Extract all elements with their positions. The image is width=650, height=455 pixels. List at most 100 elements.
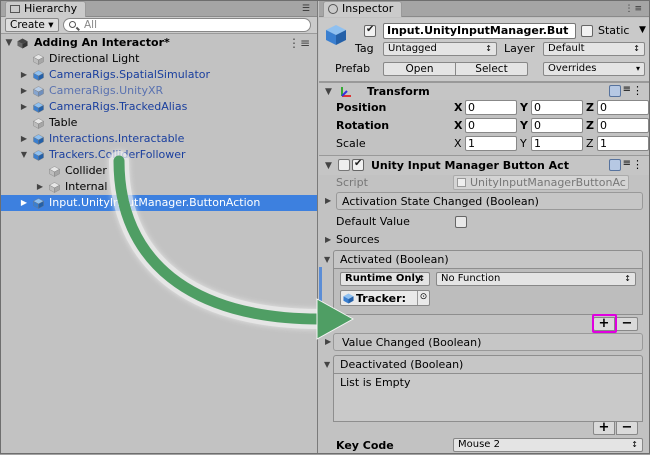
preset-icon[interactable]: ≡ [623, 158, 631, 169]
object-reference-field[interactable]: Tracker: ⊙ [340, 290, 430, 306]
runtime-dropdown[interactable]: Runtime Only ↕ [340, 272, 430, 286]
expand-arrow-icon[interactable]: ▶ [19, 195, 29, 211]
hierarchy-item[interactable]: Directional Light [1, 51, 317, 67]
static-label: Static [598, 24, 630, 37]
hierarchy-item[interactable]: Collider [1, 163, 317, 179]
component-menu-icon[interactable]: ⋮ [632, 84, 643, 97]
tag-dropdown[interactable]: Untagged ↕ [383, 42, 497, 56]
activated-event-header: Activated (Boolean) [333, 250, 643, 269]
gameobject-cube-icon [49, 166, 60, 177]
scale-y-field[interactable]: 1 [531, 136, 583, 151]
fold-arrow-icon[interactable]: ▼ [324, 255, 330, 264]
component-enabled-checkbox[interactable] [352, 158, 364, 171]
scale-z-field[interactable]: 1 [597, 136, 649, 151]
transform-rotation-row: Rotation X 0 Y 0 Z 0 [319, 117, 649, 135]
hierarchy-item[interactable]: ▶ CameraRigs.TrackedAlias [1, 99, 317, 115]
tab-inspector[interactable]: Inspector [323, 1, 403, 17]
component-header[interactable]: ▼ Unity Input Manager Button Act ≡ ⋮ [319, 155, 649, 175]
function-dropdown[interactable]: No Function ↕ [436, 272, 636, 286]
collapse-arrow-icon[interactable]: ▼ [19, 147, 29, 163]
hierarchy-item[interactable]: ▶ Internal [1, 179, 317, 195]
rotation-y-field[interactable]: 0 [531, 118, 583, 133]
axis-x-label[interactable]: X [454, 101, 462, 114]
key-code-dropdown[interactable]: Mouse 2 ↕ [453, 438, 643, 452]
fold-arrow-icon[interactable]: ▼ [324, 360, 330, 369]
search-placeholder: All [84, 19, 98, 31]
prefab-select-button[interactable]: Select [455, 62, 528, 76]
expand-arrow-icon[interactable]: ▶ [19, 131, 29, 147]
fold-arrow-icon[interactable]: ▼ [325, 161, 332, 171]
rotation-z-field[interactable]: 0 [597, 118, 649, 133]
gameobject-cube-icon [33, 150, 44, 161]
tab-hierarchy[interactable]: Hierarchy [5, 1, 87, 17]
activation-state-changed-section[interactable]: ▶ Activation State Changed (Boolean) [325, 192, 649, 210]
axis-y-label[interactable]: Y [520, 119, 528, 132]
value-changed-section[interactable]: ▶ Value Changed (Boolean) [325, 333, 649, 351]
axis-z-label[interactable]: Z [586, 119, 594, 132]
cube-icon [343, 293, 354, 304]
hierarchy-item[interactable]: ▶ Input.UnityInputManager.ButtonAction [1, 195, 317, 211]
static-dropdown-icon[interactable]: ▼ [639, 23, 646, 37]
expand-arrow-icon[interactable]: ▼ [4, 35, 14, 51]
position-z-field[interactable]: 0 [597, 100, 649, 115]
expand-arrow-icon[interactable]: ▶ [35, 179, 45, 195]
transform-scale-row: Scale X 1 Y 1 Z 1 [319, 135, 649, 153]
object-name-field[interactable]: Input.UnityInputManager.But [383, 23, 576, 39]
expand-arrow-icon[interactable]: ▶ [19, 99, 29, 115]
inspector-menu-icon[interactable]: ⋮≡ [624, 4, 643, 14]
help-icon[interactable] [609, 85, 621, 97]
scene-row[interactable]: ▼ Adding An Interactor* ⋮≡ [1, 35, 317, 51]
rotation-x-field[interactable]: 0 [465, 118, 517, 133]
hierarchy-tabstrip: Hierarchy ☰ [1, 1, 317, 17]
axis-x-label[interactable]: X [454, 137, 462, 150]
overrides-dropdown[interactable]: Overrides ▾ [543, 62, 645, 76]
fold-arrow-icon[interactable]: ▶ [325, 333, 331, 351]
position-label: Position [336, 101, 387, 114]
scale-x-field[interactable]: 1 [465, 136, 517, 151]
hierarchy-item[interactable]: ▶ Interactions.Interactable [1, 131, 317, 147]
remove-listener-button-2[interactable]: − [616, 421, 638, 435]
fold-arrow-icon[interactable]: ▶ [325, 231, 331, 249]
prefab-label: Prefab [335, 62, 371, 75]
value-changed-label: Value Changed (Boolean) [333, 333, 643, 351]
position-y-field[interactable]: 0 [531, 100, 583, 115]
object-picker-icon[interactable]: ⊙ [417, 291, 429, 305]
axis-y-label[interactable]: Y [520, 101, 528, 114]
expand-arrow-icon[interactable]: ▶ [19, 67, 29, 83]
hierarchy-item[interactable]: ▼ Trackers.ColliderFollower [1, 147, 317, 163]
inspector-panel: Inspector ⋮≡ Input.UnityInputManager.But… [319, 1, 649, 453]
static-checkbox[interactable] [581, 25, 593, 37]
help-icon[interactable] [609, 159, 621, 171]
fold-arrow-icon[interactable]: ▶ [325, 192, 331, 210]
hierarchy-item[interactable]: ▶ CameraRigs.SpatialSimulator [1, 67, 317, 83]
scene-menu-icon[interactable]: ⋮≡ [288, 35, 310, 51]
key-code-label: Key Code [336, 439, 394, 452]
expand-arrow-icon[interactable]: ▶ [19, 83, 29, 99]
search-input[interactable]: All [63, 18, 311, 32]
axis-z-label[interactable]: Z [586, 101, 594, 114]
hierarchy-item-label: Trackers.ColliderFollower [49, 148, 186, 161]
default-value-checkbox[interactable] [455, 216, 467, 228]
remove-listener-button[interactable]: − [616, 317, 638, 331]
layer-dropdown[interactable]: Default ↕ [543, 42, 645, 56]
preset-icon[interactable]: ≡ [623, 84, 631, 95]
component-menu-icon[interactable]: ⋮ [632, 158, 643, 171]
transform-header[interactable]: ▼ Transform ≡ ⋮ [319, 82, 649, 100]
add-listener-button-2[interactable]: + [593, 421, 615, 435]
axis-x-label[interactable]: X [454, 119, 462, 132]
create-button[interactable]: Create ▾ [5, 18, 59, 32]
active-checkbox[interactable] [364, 24, 376, 37]
layer-value: Default [548, 43, 585, 54]
hierarchy-item[interactable]: Table [1, 115, 317, 131]
hierarchy-item-label: CameraRigs.UnityXR [49, 84, 164, 97]
fold-arrow-icon[interactable]: ▼ [325, 87, 332, 97]
axis-z-label[interactable]: Z [586, 137, 594, 150]
hierarchy-item[interactable]: ▶ CameraRigs.UnityXR [1, 83, 317, 99]
prefab-open-button[interactable]: Open [383, 62, 456, 76]
hierarchy-item-label: Interactions.Interactable [49, 132, 185, 145]
axis-y-label[interactable]: Y [520, 137, 527, 150]
sources-section[interactable]: ▶ Sources [325, 231, 649, 249]
position-x-field[interactable]: 0 [465, 100, 517, 115]
inspector-tabstrip: Inspector ⋮≡ [319, 1, 649, 17]
panel-menu-icon[interactable]: ☰ [302, 4, 311, 14]
